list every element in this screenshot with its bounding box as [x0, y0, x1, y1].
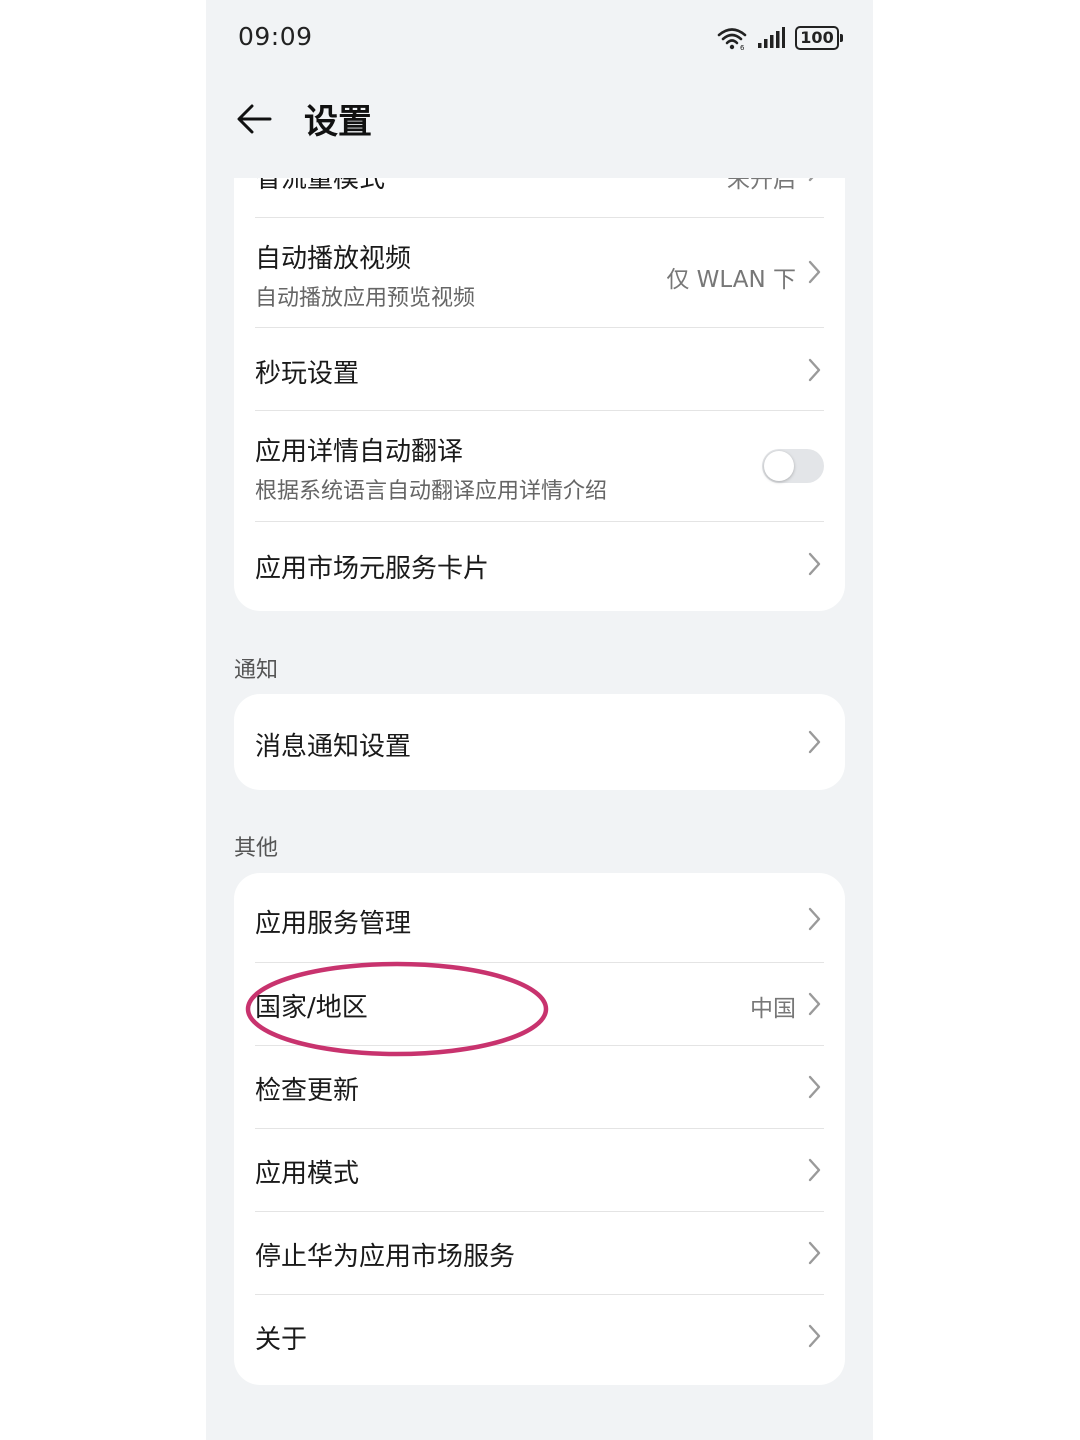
row-title: 应用详情自动翻译	[255, 437, 464, 467]
settings-row-app-mode[interactable]: 应用模式	[255, 1129, 824, 1212]
settings-row-about[interactable]: 关于	[255, 1295, 824, 1385]
row-title: 应用模式	[255, 1159, 360, 1189]
row-title: 自动播放视频	[255, 244, 412, 274]
page-title: 设置	[304, 102, 372, 142]
back-arrow-icon[interactable]	[232, 96, 278, 142]
svg-text:6: 6	[740, 44, 745, 50]
row-title: 省流量模式	[255, 178, 386, 194]
chevron-right-icon	[808, 1158, 821, 1182]
row-title: 停止华为应用市场服务	[255, 1242, 516, 1272]
settings-card-notify: 消息通知设置	[234, 694, 845, 790]
chevron-right-icon	[808, 1241, 821, 1265]
app-header: 设置	[206, 78, 873, 178]
row-value: 仅 WLAN 下	[666, 267, 796, 293]
chevron-right-icon	[808, 1075, 821, 1099]
section-label-other: 其他	[234, 836, 279, 861]
chevron-right-icon	[808, 1324, 821, 1348]
wifi-icon: 6	[717, 28, 747, 50]
chevron-right-icon	[808, 730, 821, 754]
signal-icon	[758, 27, 785, 48]
chevron-right-icon	[808, 358, 821, 382]
chevron-right-icon	[808, 178, 814, 182]
row-value: 中国	[750, 996, 796, 1022]
settings-card-general: 省流量模式 未开启 自动播放视频 自动播放应用预览视频 仅 WLAN 下 秒玩设…	[234, 178, 845, 611]
settings-row-country-region[interactable]: 国家/地区 中国	[255, 963, 824, 1046]
row-title: 关于	[255, 1325, 308, 1355]
row-title: 应用市场元服务卡片	[255, 554, 490, 584]
settings-row-notification[interactable]: 消息通知设置	[255, 694, 824, 790]
settings-row-service-cards[interactable]: 应用市场元服务卡片	[255, 522, 824, 611]
settings-card-other: 应用服务管理 国家/地区 中国 检查更新 应用模式 停止华为应用市场服务 关于	[234, 873, 845, 1385]
settings-row-app-service-management[interactable]: 应用服务管理	[255, 873, 824, 963]
row-title: 秒玩设置	[255, 359, 360, 389]
battery-icon: 100	[795, 26, 843, 50]
status-icons: 6 100	[717, 26, 843, 50]
section-label-notify: 通知	[234, 658, 279, 683]
settings-row-autoplay-video[interactable]: 自动播放视频 自动播放应用预览视频 仅 WLAN 下	[255, 218, 824, 328]
settings-row-stop-service[interactable]: 停止华为应用市场服务	[255, 1212, 824, 1295]
toggle-knob	[764, 451, 794, 481]
row-title: 应用服务管理	[255, 909, 412, 939]
row-subtitle: 自动播放应用预览视频	[255, 286, 476, 311]
status-time: 09:09	[238, 22, 313, 51]
settings-row-instant-play[interactable]: 秒玩设置	[255, 328, 824, 411]
auto-translate-toggle[interactable]	[762, 449, 824, 483]
row-value: 未开启	[727, 178, 796, 193]
chevron-right-icon	[808, 260, 821, 284]
row-title: 检查更新	[255, 1076, 360, 1106]
settings-row-data-saver[interactable]: 省流量模式 未开启	[255, 178, 824, 218]
settings-row-check-update[interactable]: 检查更新	[255, 1046, 824, 1129]
chevron-right-icon	[808, 552, 821, 576]
status-bar: 09:09 6 100	[206, 0, 873, 78]
phone-screen: 09:09 6 100 设置 省流量模式 未开启 自动播放视频 自动播放应用预览…	[206, 0, 873, 1440]
chevron-right-icon	[808, 992, 821, 1016]
row-title: 国家/地区	[255, 993, 368, 1023]
row-title: 消息通知设置	[255, 732, 412, 762]
settings-list[interactable]: 省流量模式 未开启 自动播放视频 自动播放应用预览视频 仅 WLAN 下 秒玩设…	[206, 178, 873, 1440]
settings-row-auto-translate[interactable]: 应用详情自动翻译 根据系统语言自动翻译应用详情介绍	[255, 411, 824, 522]
row-subtitle: 根据系统语言自动翻译应用详情介绍	[255, 479, 608, 504]
chevron-right-icon	[808, 907, 821, 931]
